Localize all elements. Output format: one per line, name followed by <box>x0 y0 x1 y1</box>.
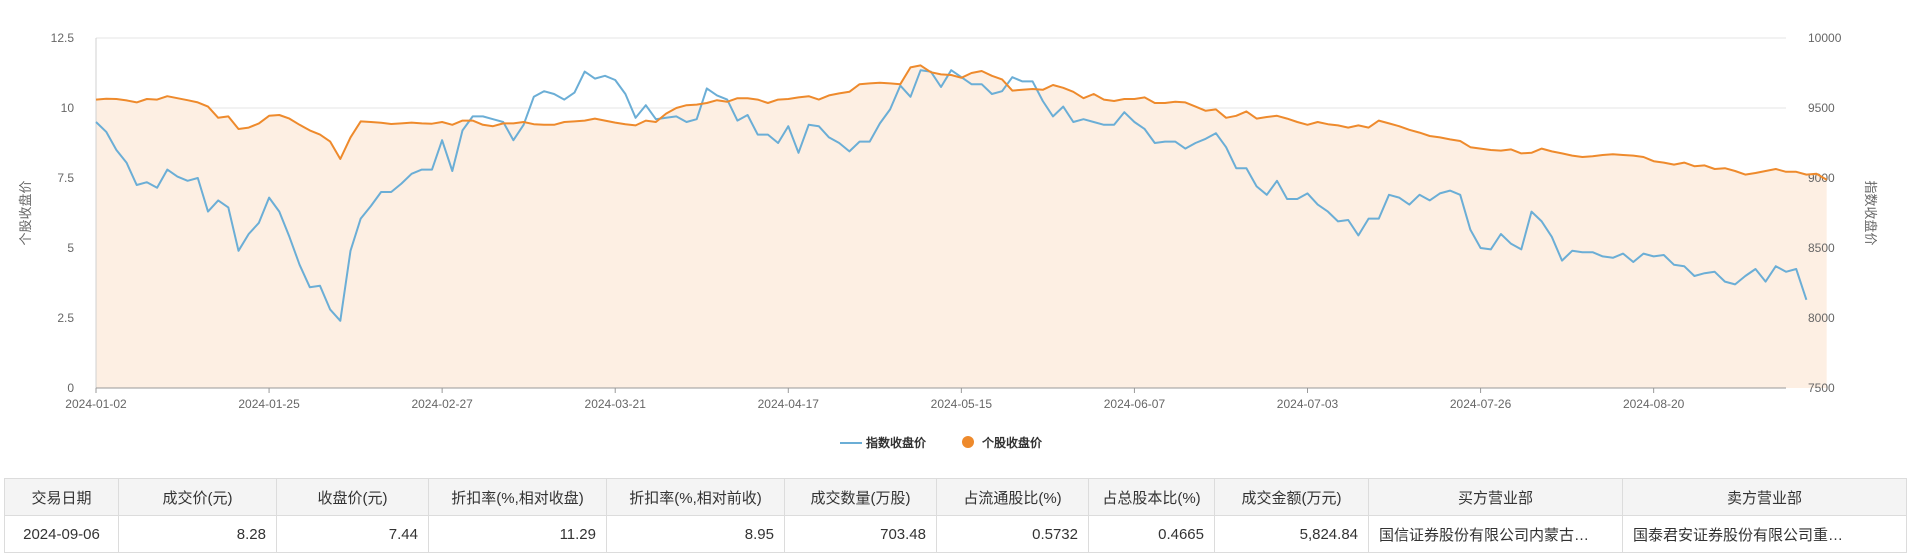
cell-buyer[interactable]: 国信证券股份有限公司内蒙古… <box>1368 515 1623 553</box>
right-tick-label: 10000 <box>1808 31 1842 45</box>
legend-label-stock: 个股收盘价 <box>981 435 1043 450</box>
series-area-fill <box>96 65 1827 389</box>
x-tick-label: 2024-03-21 <box>585 397 647 411</box>
cell-amount: 5,824.84 <box>1214 515 1369 553</box>
right-tick-label: 8500 <box>1808 241 1835 255</box>
right-tick-label: 9000 <box>1808 171 1835 185</box>
right-tick-label: 9500 <box>1808 101 1835 115</box>
chart-area: 0 2.5 5 7.5 10 12.5 7500 8000 8500 9000 9500 10000 2… <box>18 31 1878 450</box>
x-tick-label: 2024-01-25 <box>238 397 300 411</box>
legend-label-index: 指数收盘价 <box>866 435 927 450</box>
right-tick-label: 7500 <box>1808 381 1835 395</box>
left-tick-label: 5 <box>67 241 74 255</box>
col-header-seller[interactable]: 卖方营业部 <box>1622 478 1907 516</box>
legend-item-stock[interactable]: 个股收盘价 <box>962 435 1043 450</box>
cell-discount-close: 11.29 <box>428 515 607 553</box>
cell-trade-date: 2024-09-06 <box>4 515 119 553</box>
cell-close-price: 7.44 <box>276 515 429 553</box>
col-header-close-price[interactable]: 收盘价(元) <box>276 478 429 516</box>
col-header-discount-close[interactable]: 折扣率(%,相对收盘) <box>428 478 607 516</box>
col-header-float-ratio[interactable]: 占流通股比(%) <box>936 478 1089 516</box>
x-tick-label: 2024-07-26 <box>1450 397 1512 411</box>
x-tick-label: 2024-06-07 <box>1104 397 1166 411</box>
col-header-trade-price[interactable]: 成交价(元) <box>118 478 277 516</box>
col-header-total-ratio[interactable]: 占总股本比(%) <box>1088 478 1215 516</box>
cell-trade-price: 8.28 <box>118 515 277 553</box>
left-tick-label: 10 <box>61 101 75 115</box>
left-tick-label: 0 <box>67 381 74 395</box>
col-header-amount[interactable]: 成交金额(万元) <box>1214 478 1369 516</box>
col-header-volume[interactable]: 成交数量(万股) <box>784 478 937 516</box>
x-tick-label: 2024-05-15 <box>931 397 993 411</box>
cell-discount-prev: 8.95 <box>606 515 785 553</box>
x-tick-label: 2024-08-20 <box>1623 397 1685 411</box>
cell-seller[interactable]: 国泰君安证券股份有限公司重… <box>1622 515 1907 553</box>
x-tick-label: 2024-01-02 <box>65 397 127 411</box>
x-tick-label: 2024-07-03 <box>1277 397 1339 411</box>
right-axis-title: 指数收盘价 <box>1863 180 1878 245</box>
left-tick-label: 2.5 <box>57 311 74 325</box>
table-row: 2024-09-06 8.28 7.44 11.29 8.95 703.48 0… <box>4 515 1907 553</box>
left-axis-title: 个股收盘价 <box>18 180 33 245</box>
legend-item-index[interactable]: 指数收盘价 <box>840 435 927 450</box>
area-fill-layer <box>96 65 1827 389</box>
cell-float-ratio: 0.5732 <box>936 515 1089 553</box>
col-header-buyer[interactable]: 买方营业部 <box>1368 478 1623 516</box>
col-header-trade-date[interactable]: 交易日期 <box>4 478 119 516</box>
legend[interactable]: 指数收盘价 个股收盘价 <box>840 435 1043 450</box>
cell-total-ratio: 0.4665 <box>1088 515 1215 553</box>
cell-volume: 703.48 <box>784 515 937 553</box>
legend-dot-icon <box>962 436 974 448</box>
col-header-discount-prev[interactable]: 折扣率(%,相对前收) <box>606 478 785 516</box>
right-tick-label: 8000 <box>1808 311 1835 325</box>
table-header-row: 交易日期 成交价(元) 收盘价(元) 折扣率(%,相对收盘) 折扣率(%,相对前… <box>4 478 1907 516</box>
left-tick-label: 7.5 <box>57 171 74 185</box>
x-tick-label: 2024-04-17 <box>758 397 820 411</box>
block-trade-table: 交易日期 成交价(元) 收盘价(元) 折扣率(%,相对收盘) 折扣率(%,相对前… <box>4 478 1907 553</box>
x-tick-label: 2024-02-27 <box>411 397 473 411</box>
left-tick-label: 12.5 <box>51 31 75 45</box>
